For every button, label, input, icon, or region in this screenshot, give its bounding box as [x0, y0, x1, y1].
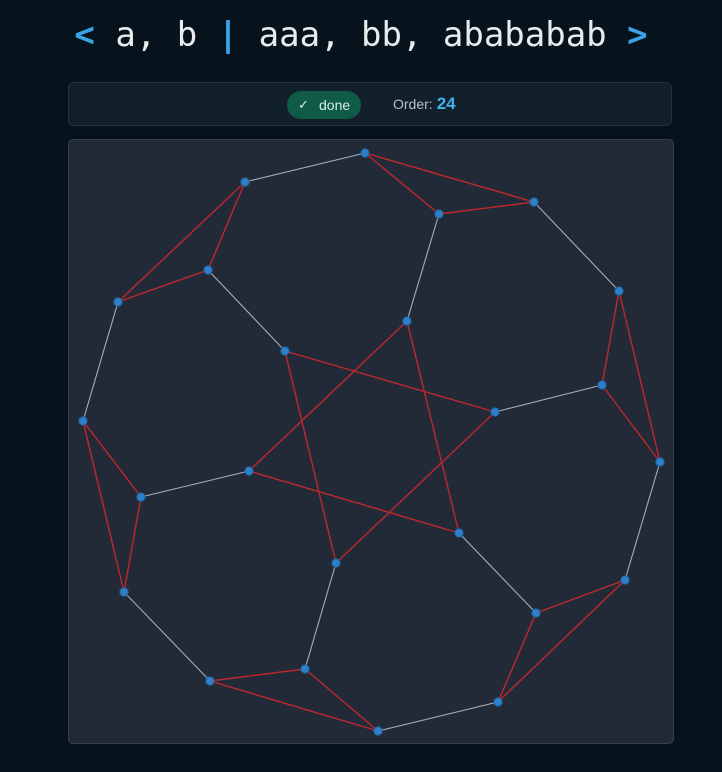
graph-vertex[interactable] [620, 575, 630, 585]
graph-vertex[interactable] [597, 380, 607, 390]
graph-vertex[interactable] [490, 407, 500, 417]
edge-a [304, 668, 379, 732]
graph-vertex[interactable] [614, 286, 624, 296]
edge-b [624, 461, 661, 581]
graph-vertex[interactable] [136, 492, 146, 502]
graph-vertex[interactable] [331, 558, 341, 568]
edge-a [284, 350, 337, 564]
edge-a [535, 579, 626, 614]
separator-bar: | [217, 15, 239, 55]
graph-vertex[interactable] [434, 209, 444, 219]
edge-a [209, 668, 306, 682]
open-bracket: < [74, 15, 95, 55]
graph-vertex[interactable] [300, 664, 310, 674]
edge-a [117, 181, 246, 303]
order-value: 24 [436, 94, 456, 113]
graph-vertex[interactable] [373, 726, 383, 736]
order-label: Order: [393, 96, 433, 112]
edge-a [82, 420, 125, 593]
edge-a [364, 152, 535, 203]
edge-a [497, 612, 537, 703]
edge-b [494, 384, 603, 413]
status-bar: ✓ done Order: 24 [68, 82, 672, 126]
graph-vertex[interactable] [240, 177, 250, 187]
edge-b [244, 152, 366, 183]
graph-vertex[interactable] [119, 587, 129, 597]
edge-b [82, 301, 119, 422]
graph-vertex[interactable] [493, 697, 503, 707]
edge-b [123, 591, 211, 682]
edge-a [123, 496, 142, 593]
status-badge-label: done [319, 97, 351, 113]
edge-b [304, 562, 337, 670]
graph-vertex[interactable] [78, 416, 88, 426]
edge-b [140, 470, 250, 498]
graph-vertex[interactable] [655, 457, 665, 467]
edge-a [618, 290, 661, 463]
edge-b [533, 201, 620, 292]
edge-b [207, 269, 286, 352]
graph-vertex[interactable] [531, 608, 541, 618]
edge-a [117, 269, 209, 303]
edge-a [497, 579, 626, 703]
edge-a [601, 290, 620, 386]
graph-vertex[interactable] [203, 265, 213, 275]
edge-a [406, 320, 460, 534]
relations-text: aaa, bb, abababab [238, 15, 628, 55]
graph-vertex[interactable] [402, 316, 412, 326]
generators-text: a, b [94, 15, 218, 55]
graph-vertex[interactable] [205, 676, 215, 686]
edge-a [209, 680, 379, 732]
presentation-heading: < a, b | aaa, bb, abababab > [0, 12, 722, 58]
edge-b [458, 532, 537, 614]
edge-a [438, 201, 535, 215]
cayley-graph-panel[interactable] [68, 139, 674, 744]
edge-a [284, 350, 496, 413]
graph-vertex[interactable] [360, 148, 370, 158]
edge-a [207, 181, 246, 271]
edge-a [335, 411, 496, 564]
graph-vertex[interactable] [529, 197, 539, 207]
edge-b [377, 701, 499, 732]
graph-vertex[interactable] [113, 297, 123, 307]
order-readout: Order: 24 [393, 83, 456, 125]
check-icon: ✓ [298, 97, 309, 112]
edge-a [364, 152, 440, 215]
graph-vertex[interactable] [244, 466, 254, 476]
edge-a [248, 320, 408, 472]
status-badge: ✓ done [287, 91, 362, 119]
graph-vertex[interactable] [454, 528, 464, 538]
edge-b [406, 213, 440, 322]
cayley-graph[interactable] [69, 140, 673, 743]
close-bracket: > [627, 15, 648, 55]
edge-a [248, 470, 460, 534]
graph-vertex[interactable] [280, 346, 290, 356]
